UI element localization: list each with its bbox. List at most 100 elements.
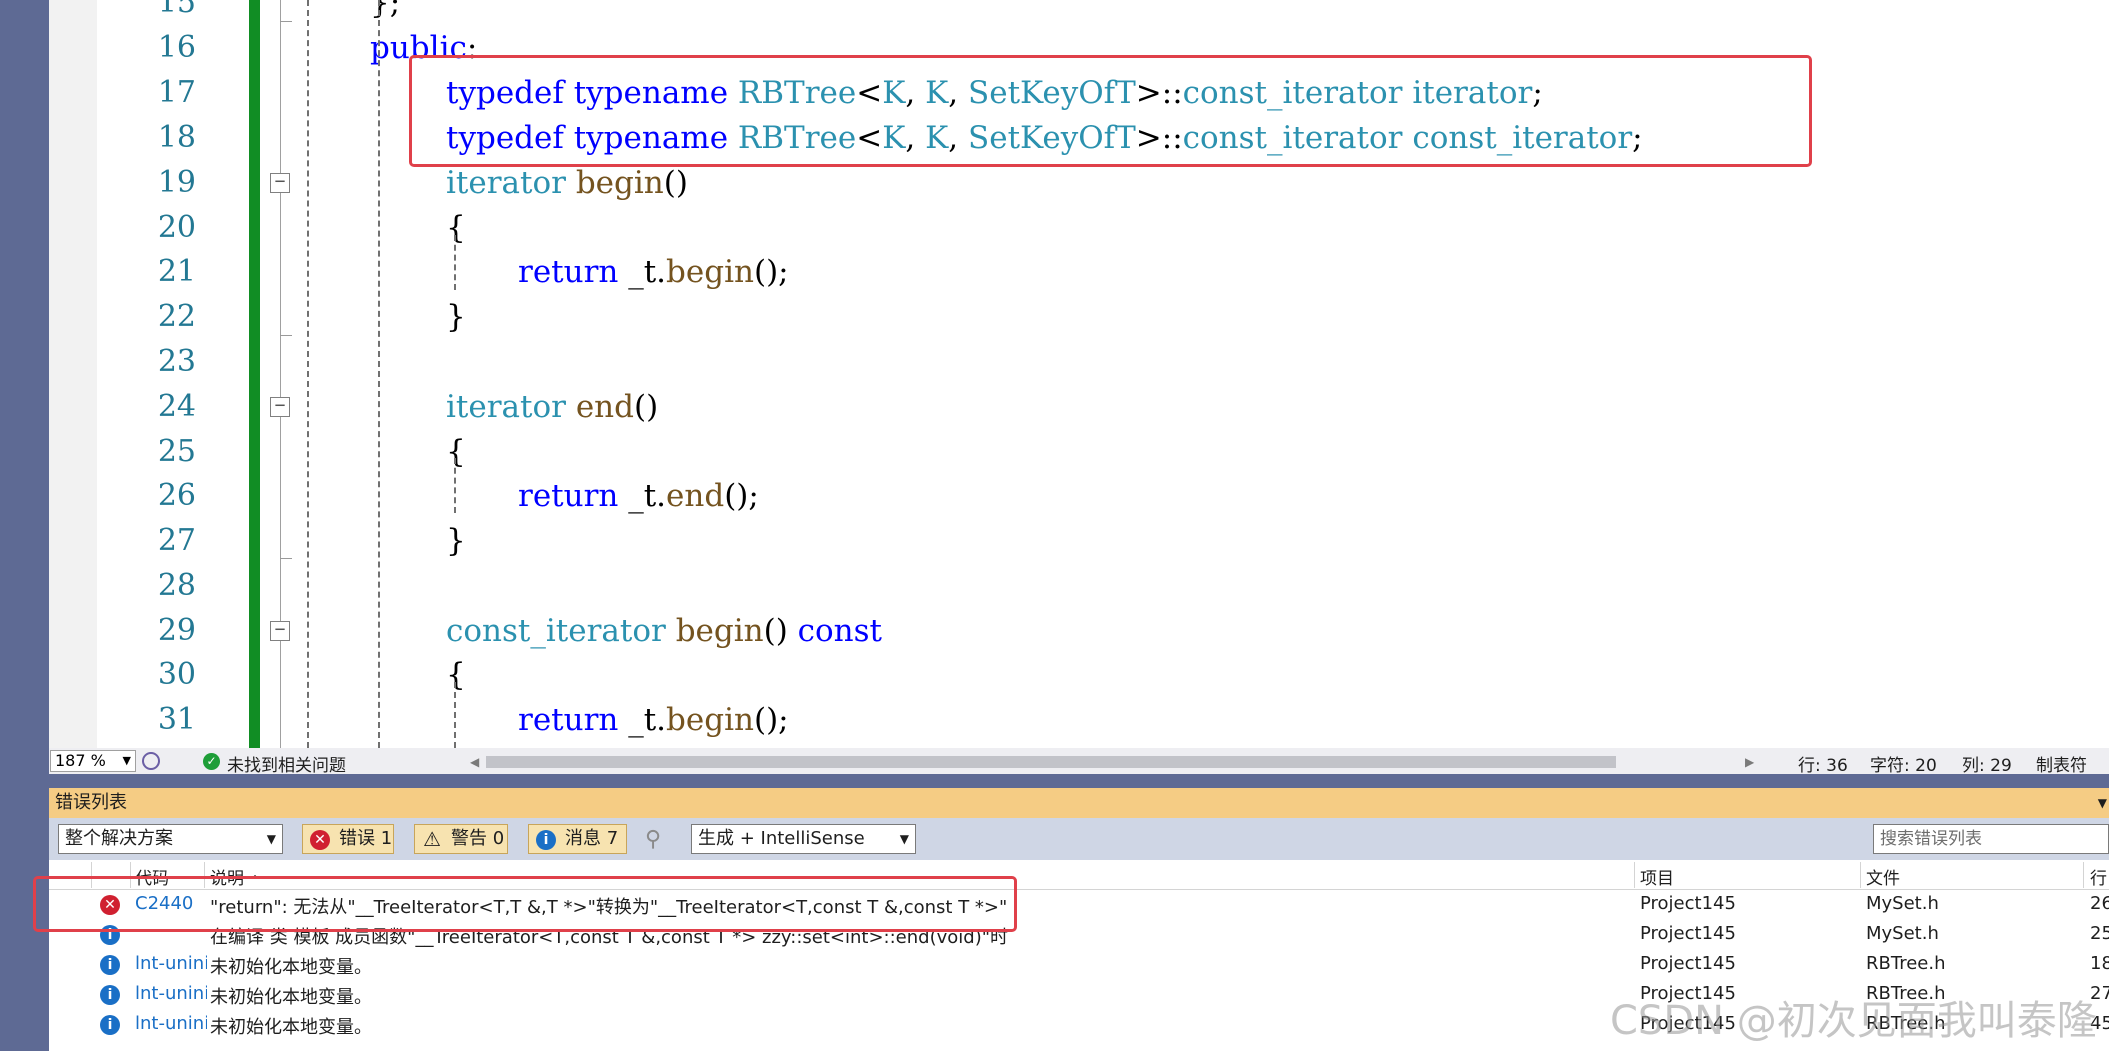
messages-filter-label: 消息 7 — [565, 828, 619, 849]
collapse-icon[interactable]: − — [270, 397, 290, 417]
row-code[interactable]: lnt-unini — [135, 953, 207, 974]
collapse-icon[interactable]: − — [270, 173, 290, 193]
code-line[interactable]: return _t.begin(); — [518, 698, 789, 742]
column-divider[interactable] — [1860, 862, 1861, 888]
info-icon: i — [536, 830, 556, 850]
row-code[interactable]: lnt-unini — [135, 983, 207, 1004]
code-token: begin — [575, 165, 664, 201]
cursor-char: 字符: 20 — [1870, 756, 1937, 776]
collapse-icon[interactable]: − — [270, 621, 290, 641]
code-token: iterator — [446, 165, 566, 201]
column-header-project[interactable]: 项目 — [1640, 864, 1674, 889]
errors-filter-label: 错误 1 — [339, 828, 393, 849]
code-line[interactable]: } — [446, 295, 466, 339]
line-number: 24 — [157, 389, 196, 424]
panel-menu-icon[interactable]: ▼ — [2098, 788, 2107, 818]
row-description: 未初始化本地变量。 — [210, 957, 372, 978]
code-line[interactable]: }; — [370, 0, 400, 25]
code-line[interactable]: return _t.end(); — [518, 474, 759, 518]
row-project: Project145 — [1640, 923, 1736, 944]
code-token: (); — [724, 478, 759, 514]
warnings-filter-label: 警告 0 — [451, 828, 505, 849]
editor-margin — [49, 0, 97, 748]
line-number: 25 — [157, 434, 196, 469]
error-list-title: 错误列表 — [55, 792, 127, 813]
code-token: _t. — [618, 478, 667, 514]
row-project: Project145 — [1640, 953, 1736, 974]
info-icon: i — [100, 955, 120, 975]
code-token: begin — [666, 702, 754, 738]
code-line[interactable]: iterator end() — [446, 385, 658, 429]
line-number: 17 — [157, 75, 196, 110]
line-number: 27 — [157, 523, 196, 558]
line-number: 18 — [157, 120, 196, 155]
line-number: 20 — [157, 210, 196, 245]
panel-splitter[interactable] — [49, 774, 2109, 788]
info-icon: i — [100, 985, 120, 1005]
row-file: MySet.h — [1866, 893, 1939, 914]
intellicode-icon[interactable] — [142, 752, 160, 770]
code-token: () — [763, 613, 798, 649]
zoom-value: 187 % — [55, 751, 106, 770]
row-file: MySet.h — [1866, 923, 1939, 944]
filter-icon[interactable]: ⚲ — [645, 827, 661, 852]
code-token: end — [575, 389, 634, 425]
column-divider[interactable] — [1634, 862, 1635, 888]
indent-guide — [454, 458, 456, 513]
code-token: return — [518, 478, 619, 514]
line-number: 16 — [157, 30, 196, 65]
line-number: 31 — [157, 702, 196, 737]
error-list-titlebar: 错误列表 ▼ — [49, 788, 2109, 818]
chevron-down-icon: ▼ — [899, 832, 909, 846]
check-icon: ✓ — [203, 753, 220, 770]
code-token: const — [797, 613, 883, 649]
indent-guide — [378, 0, 380, 748]
row-line: 26 — [2090, 893, 2109, 914]
indent-guide — [454, 682, 456, 748]
line-number: 15 — [157, 0, 196, 20]
indent-mode[interactable]: 制表符 — [2036, 751, 2087, 776]
column-divider[interactable] — [2083, 862, 2084, 888]
build-source-value: 生成 + IntelliSense — [698, 828, 865, 849]
column-header-line[interactable]: 行 — [2090, 864, 2107, 889]
warnings-filter-button[interactable]: ⚠ 警告 0 — [414, 824, 508, 854]
outline-tick — [280, 21, 292, 22]
row-code[interactable]: lnt-unini — [135, 1013, 207, 1034]
code-line[interactable]: const_iterator begin() const — [446, 609, 882, 653]
issues-status[interactable]: 未找到相关问题 — [227, 751, 346, 776]
code-line[interactable]: iterator begin() — [446, 161, 688, 205]
zoom-dropdown[interactable]: 187 % ▼ — [50, 750, 136, 772]
change-tracking-bar — [249, 0, 260, 748]
code-token: _t. — [618, 254, 667, 290]
messages-filter-button[interactable]: i 消息 7 — [528, 824, 627, 854]
code-token: () — [633, 389, 659, 425]
code-token: return — [518, 702, 619, 738]
code-token: (); — [753, 702, 789, 738]
scrollbar-thumb[interactable] — [486, 756, 1616, 768]
outline-tick — [280, 558, 292, 559]
code-token: } — [446, 299, 466, 335]
indent-guide — [307, 0, 309, 748]
code-line[interactable]: } — [446, 519, 466, 563]
errors-filter-button[interactable]: ✕ 错误 1 — [302, 824, 394, 854]
row-line: 25 — [2090, 923, 2109, 944]
outline-tick — [280, 335, 292, 336]
error-list-row[interactable]: i lnt-unini 未初始化本地变量。 Project145 RBTree.h 18 — [49, 950, 2109, 980]
warning-icon: ⚠ — [423, 827, 441, 851]
code-token: const_iterator — [446, 613, 666, 649]
code-token: } — [446, 523, 466, 559]
column-header-file[interactable]: 文件 — [1866, 864, 1900, 889]
annotation-highlight-typedefs — [409, 55, 1812, 167]
error-search-input[interactable]: 搜索错误列表 — [1873, 824, 2109, 854]
chevron-down-icon: ▼ — [122, 754, 131, 767]
scroll-left-icon[interactable]: ◀ — [470, 755, 479, 769]
scope-dropdown[interactable]: 整个解决方案 ▼ — [58, 824, 283, 854]
code-line[interactable]: return _t.begin(); — [518, 250, 789, 294]
row-project: Project145 — [1640, 893, 1736, 914]
scroll-right-icon[interactable]: ▶ — [1745, 755, 1754, 769]
chevron-down-icon: ▼ — [266, 832, 276, 846]
build-source-dropdown[interactable]: 生成 + IntelliSense ▼ — [691, 824, 916, 854]
